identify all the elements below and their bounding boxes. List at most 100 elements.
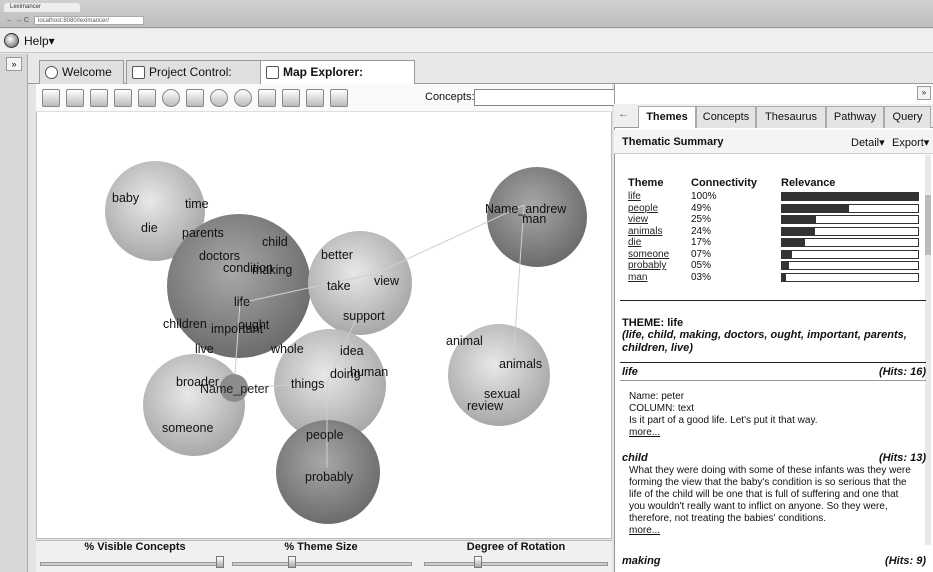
relevance-bar [781,203,919,213]
theme-row[interactable]: man 03% [628,272,928,283]
connectivity-value: 100% [691,191,717,202]
connectivity-value: 07% [691,248,712,260]
divider [620,380,926,381]
refresh-icon[interactable] [138,89,156,107]
zoom-fit-icon[interactable] [258,89,276,107]
concept-label[interactable]: baby [112,191,140,205]
frame-tool-icon[interactable] [66,89,84,107]
connectivity-value: 05% [691,260,712,271]
theme-circle-someone[interactable] [143,354,245,456]
map-sliders: % Visible Concepts % Theme Size Degree o… [36,540,612,572]
more-link[interactable]: more... [629,427,818,439]
visible-concepts-slider[interactable] [40,562,220,566]
concept-label[interactable]: Name_peter [200,382,269,396]
expand-sidebar-button[interactable]: » [6,57,22,71]
menu-bar: Help▾ [0,29,933,53]
theme-row[interactable]: someone 07% [628,249,928,260]
theme-link[interactable]: someone [628,249,669,260]
nav-buttons[interactable]: ← → C [6,17,29,24]
tag-icon[interactable] [330,89,348,107]
theme-row[interactable]: view 25% [628,214,928,225]
summary-title: Thematic Summary [622,136,724,148]
concept-label[interactable]: die [141,221,158,235]
divider [620,362,926,363]
tab-map-explorer[interactable]: Map Explorer: Denton× [260,60,415,101]
theme-row[interactable]: people 49% [628,203,928,214]
theme-link[interactable]: view [628,214,648,225]
concept-map[interactable]: baby time die parents child doctors cond… [37,113,611,538]
tab-pathway[interactable]: Pathway [826,106,884,128]
concept-label[interactable]: support [343,309,385,323]
save-icon[interactable] [306,89,324,107]
tab-themes[interactable]: Themes [638,106,696,128]
connectivity-value: 17% [691,237,712,248]
concept-label[interactable]: life [234,295,250,309]
center-tool-icon[interactable] [90,89,108,107]
zoom-in-icon[interactable] [210,89,228,107]
concept-label[interactable]: things [291,377,324,391]
relevance-bar [781,226,919,236]
theme-link[interactable]: people [628,203,658,214]
concept-label[interactable]: review [467,399,504,413]
theme-row[interactable]: probably 05% [628,260,928,271]
concept-label[interactable]: someone [162,421,213,435]
concept-label[interactable]: parents [182,226,224,240]
rotation-slider[interactable] [424,562,608,566]
concept-label[interactable]: live [195,342,214,356]
connectivity-value: 03% [691,271,712,283]
theme-row[interactable]: die 17% [628,237,928,248]
hit-text-life: Name: peter COLUMN: text Is it part of a… [629,391,818,439]
visible-concepts-label: % Visible Concepts [84,541,186,553]
fit-tool-icon[interactable] [114,89,132,107]
concept-label[interactable]: people [306,428,344,442]
collapse-panel-button[interactable]: » [917,86,931,100]
relevance-fill [782,239,805,246]
tab-thesaurus[interactable]: Thesaurus [756,106,826,128]
concept-label[interactable]: making [252,263,292,277]
document-icon [132,66,145,79]
url-field[interactable]: localhost:8080/leximancer/ [34,16,144,25]
zoom-out-icon[interactable] [234,89,252,107]
concept-label[interactable]: probably [305,470,354,484]
theme-link[interactable]: probably [628,260,666,271]
concept-label[interactable]: children [163,317,207,331]
tab-scroll-left-icon[interactable]: ← [618,108,629,120]
slider-handle[interactable] [474,556,482,568]
theme-link[interactable]: man [628,272,647,283]
concept-label[interactable]: whole [270,342,304,356]
slider-handle[interactable] [216,556,224,568]
concept-label[interactable]: time [185,197,209,211]
theme-row[interactable]: life 100% [628,191,928,202]
export-menu[interactable]: Export▾ [892,136,929,149]
theme-heading: THEME: life [622,317,684,329]
scissors-icon[interactable] [186,89,204,107]
right-panel-tabs: ← Themes Concepts Thesaurus Pathway Quer… [614,104,933,128]
concept-label[interactable]: take [327,279,351,293]
concept-label[interactable]: animals [499,357,542,371]
tab-project-control[interactable]: Project Control: Denton× [126,60,277,101]
theme-size-slider[interactable] [232,562,412,566]
theme-link[interactable]: animals [628,226,662,237]
slider-handle[interactable] [288,556,296,568]
screen-icon[interactable] [282,89,300,107]
concept-label[interactable]: idea [340,344,364,358]
tab-welcome[interactable]: Welcome [39,60,124,84]
concept-label[interactable]: ought [238,318,270,332]
logo-tool-icon[interactable] [42,89,60,107]
browser-tab[interactable]: Leximancer [4,3,80,12]
concept-label[interactable]: man [522,212,546,226]
more-link[interactable]: more... [629,525,925,537]
concept-label[interactable]: animal [446,334,483,348]
concept-label[interactable]: better [321,248,353,262]
detail-menu[interactable]: Detail▾ [851,136,885,149]
concept-label[interactable]: child [262,235,288,249]
tab-concepts[interactable]: Concepts [696,106,756,128]
concept-label[interactable]: human [350,365,388,379]
theme-link[interactable]: life [628,191,641,202]
concept-label[interactable]: view [374,274,400,288]
tab-query[interactable]: Query [884,106,931,128]
theme-link[interactable]: die [628,237,641,248]
learn-icon[interactable] [162,89,180,107]
help-menu[interactable]: Help▾ [24,34,55,48]
theme-row[interactable]: animals 24% [628,226,928,237]
